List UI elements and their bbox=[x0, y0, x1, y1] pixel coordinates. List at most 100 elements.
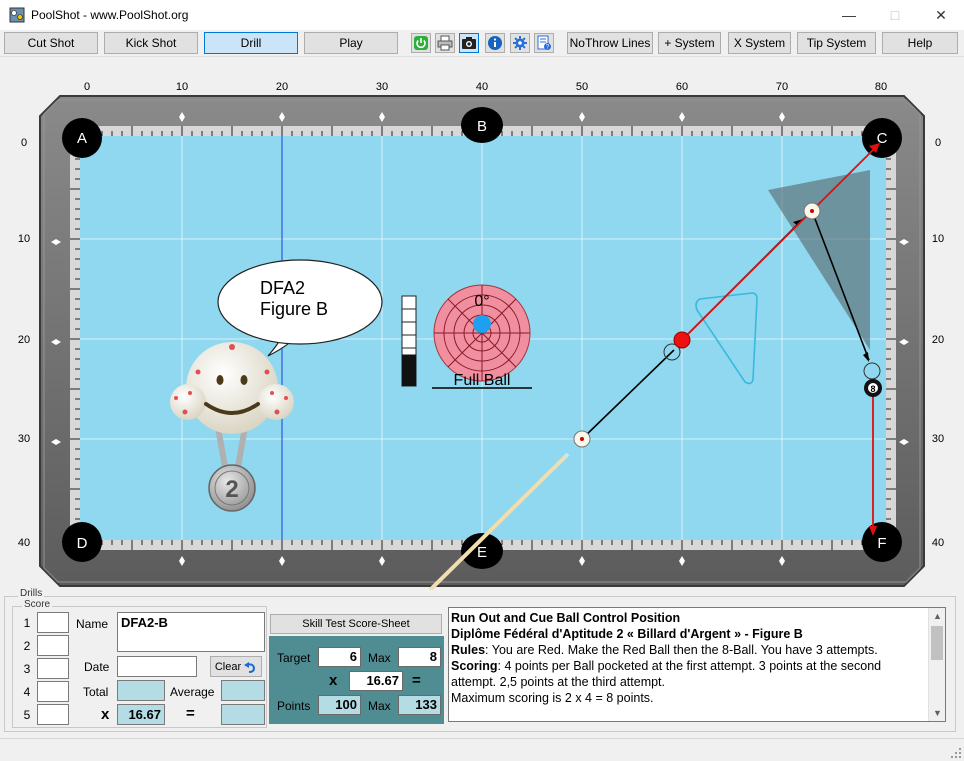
cut-shot-button[interactable]: Cut Shot bbox=[4, 32, 98, 54]
y-ruler-label: 20 bbox=[932, 334, 944, 346]
y-ruler-label: 10 bbox=[932, 233, 944, 245]
svg-text:A: A bbox=[77, 130, 87, 147]
power-gauge[interactable] bbox=[401, 295, 417, 387]
toolbar: Cut Shot Kick Shot Drill Play ? NoThrow … bbox=[0, 30, 964, 57]
y-ruler-label: 20 bbox=[18, 334, 30, 346]
x-ruler-label: 40 bbox=[476, 81, 488, 93]
score-field-4[interactable] bbox=[37, 681, 69, 702]
play-button[interactable]: Play bbox=[304, 32, 398, 54]
description-rules: Rules: You are Red. Make the Red Ball th… bbox=[451, 643, 878, 657]
clear-button-label: Clear bbox=[214, 660, 242, 673]
x-ruler-label: 60 bbox=[676, 81, 688, 93]
multiplier-field[interactable]: 16.67 bbox=[117, 704, 165, 725]
score-field-3[interactable] bbox=[37, 658, 69, 679]
help-button[interactable]: Help bbox=[882, 32, 958, 54]
settings-gear-icon[interactable] bbox=[510, 33, 530, 53]
x-ruler-label: 20 bbox=[276, 81, 288, 93]
points-label: Points bbox=[277, 699, 311, 713]
red-ball[interactable] bbox=[673, 331, 691, 349]
y-ruler-label: 30 bbox=[18, 433, 30, 445]
speech-line-1: DFA2 bbox=[260, 278, 305, 298]
minimize-button[interactable]: — bbox=[826, 0, 872, 30]
cue-ball[interactable] bbox=[573, 430, 591, 448]
result-field[interactable] bbox=[221, 704, 265, 725]
name-field[interactable]: DFA2-B bbox=[117, 612, 265, 652]
equals-sign: = bbox=[186, 705, 195, 722]
target-max-field[interactable]: 8 bbox=[398, 647, 441, 667]
no-throw-lines-button[interactable]: NoThrow Lines bbox=[567, 32, 653, 54]
date-field[interactable] bbox=[117, 656, 197, 677]
y-ruler-left: 0 10 20 30 40 bbox=[18, 137, 30, 549]
medal-number: 2 bbox=[225, 476, 238, 503]
y-ruler-right: 0 10 20 30 40 bbox=[932, 137, 944, 549]
speech-line-2: Figure B bbox=[260, 299, 328, 319]
eight-ball[interactable]: 8 bbox=[864, 379, 882, 397]
status-bar bbox=[0, 738, 964, 761]
total-field[interactable] bbox=[117, 680, 165, 701]
points-max-label: Max bbox=[368, 699, 391, 713]
points-field[interactable]: 100 bbox=[318, 695, 361, 715]
average-field[interactable] bbox=[221, 680, 265, 701]
kick-shot-button[interactable]: Kick Shot bbox=[104, 32, 198, 54]
svg-text:F: F bbox=[877, 535, 886, 552]
cue-ball-final-position bbox=[803, 202, 821, 220]
name-label: Name bbox=[76, 617, 109, 631]
drill-description[interactable]: Run Out and Cue Ball Control Position Di… bbox=[448, 607, 946, 722]
skill-test-score-sheet-button[interactable]: Skill Test Score-Sheet bbox=[270, 614, 442, 634]
info-icon[interactable] bbox=[485, 33, 505, 53]
camera-icon[interactable] bbox=[459, 33, 479, 53]
y-ruler-label: 40 bbox=[18, 537, 30, 549]
scroll-thumb[interactable] bbox=[931, 626, 943, 660]
resize-grip-icon[interactable] bbox=[951, 748, 961, 758]
plus-system-button[interactable]: + System bbox=[658, 32, 721, 54]
pocket-a: A bbox=[62, 118, 102, 158]
target-label: Target bbox=[277, 651, 311, 665]
cue-contact-label: Full Ball bbox=[454, 372, 511, 389]
score-field-1[interactable] bbox=[37, 612, 69, 633]
skill-equals-sign: = bbox=[412, 672, 421, 689]
y-ruler-label: 0 bbox=[935, 137, 941, 149]
maximize-button[interactable]: □ bbox=[872, 0, 918, 30]
y-ruler-label: 30 bbox=[932, 433, 944, 445]
description-max-scoring: Maximum scoring is 2 x 4 = 8 points. bbox=[451, 691, 654, 705]
skill-multiplier-field[interactable]: 16.67 bbox=[349, 671, 403, 691]
x-ruler-label: 50 bbox=[576, 81, 588, 93]
y-ruler-label: 40 bbox=[932, 537, 944, 549]
pocket-d: D bbox=[62, 522, 102, 562]
date-label: Date bbox=[84, 660, 110, 674]
description-title: Run Out and Cue Ball Control Position bbox=[451, 611, 681, 625]
x-system-button[interactable]: X System bbox=[728, 32, 791, 54]
window-controls: — □ ✕ bbox=[826, 0, 964, 30]
scroll-down-icon[interactable]: ▼ bbox=[929, 705, 945, 721]
svg-text:8: 8 bbox=[870, 384, 875, 394]
scroll-up-icon[interactable]: ▲ bbox=[929, 608, 945, 624]
power-icon[interactable] bbox=[411, 33, 431, 53]
pocket-f: F bbox=[862, 522, 902, 562]
drill-button[interactable]: Drill bbox=[204, 32, 298, 54]
description-scoring: Scoring: 4 points per Ball pocketed at t… bbox=[451, 659, 882, 689]
description-scrollbar[interactable]: ▲ ▼ bbox=[928, 608, 945, 721]
undo-icon bbox=[244, 661, 256, 673]
multiply-sign: x bbox=[101, 706, 110, 723]
title-bar: PoolShot - www.PoolShot.org — □ ✕ bbox=[0, 0, 964, 30]
pool-table-canvas[interactable]: 0 10 20 30 40 50 60 70 80 0 10 20 30 40 … bbox=[0, 57, 964, 592]
cue-tip-dot[interactable] bbox=[473, 315, 491, 333]
print-icon[interactable] bbox=[435, 33, 455, 53]
help-document-icon[interactable]: ? bbox=[534, 33, 554, 53]
score-field-5[interactable] bbox=[37, 704, 69, 725]
window-title: PoolShot - www.PoolShot.org bbox=[31, 8, 189, 22]
tip-system-button[interactable]: Tip System bbox=[797, 32, 876, 54]
points-max-field[interactable]: 133 bbox=[398, 695, 441, 715]
score-group-label: Score bbox=[22, 599, 53, 610]
max-label: Max bbox=[368, 651, 391, 665]
svg-text:D: D bbox=[77, 535, 88, 552]
pocket-b: B bbox=[461, 107, 503, 143]
y-ruler-label: 10 bbox=[18, 233, 30, 245]
target-field[interactable]: 6 bbox=[318, 647, 361, 667]
poolshot-app-icon bbox=[9, 7, 25, 23]
close-button[interactable]: ✕ bbox=[918, 0, 964, 30]
clear-button[interactable]: Clear bbox=[210, 656, 262, 677]
svg-text:B: B bbox=[477, 118, 487, 135]
score-field-2[interactable] bbox=[37, 635, 69, 656]
score-row-label: 1 bbox=[23, 616, 31, 630]
